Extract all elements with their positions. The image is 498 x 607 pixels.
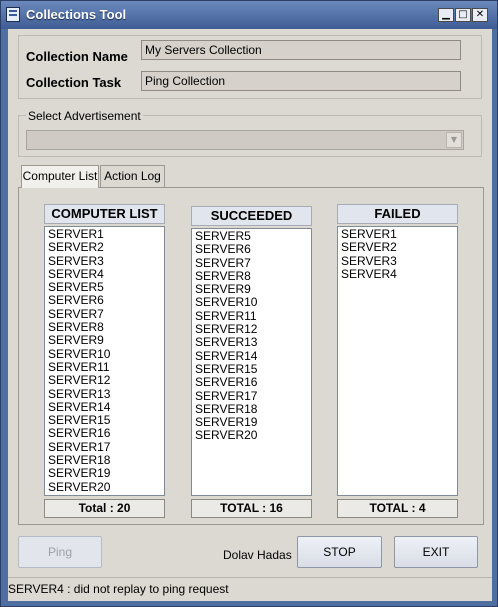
list-item[interactable]: SERVER8	[48, 320, 164, 334]
stop-button[interactable]: STOP	[297, 536, 382, 568]
list-item[interactable]: SERVER15	[48, 413, 164, 427]
list-item[interactable]: SERVER3	[48, 254, 164, 268]
collection-task-label: Collection Task	[26, 75, 122, 90]
list-item[interactable]: SERVER9	[48, 334, 164, 348]
list-item[interactable]: SERVER10	[195, 296, 311, 310]
list-item[interactable]: SERVER12	[195, 322, 311, 336]
app-icon	[6, 7, 20, 22]
list-item[interactable]: SERVER18	[48, 453, 164, 467]
computer-total: Total : 20	[44, 499, 165, 518]
list-item[interactable]: SERVER13	[195, 336, 311, 350]
collection-task-field[interactable]: Ping Collection	[141, 71, 461, 91]
succeeded-header: SUCCEEDED	[191, 206, 312, 226]
list-item[interactable]: SERVER19	[48, 467, 164, 481]
list-item[interactable]: SERVER6	[48, 294, 164, 308]
list-item[interactable]: SERVER3	[341, 254, 457, 268]
list-item[interactable]: SERVER13	[48, 387, 164, 401]
author-label: Dolav Hadas	[223, 548, 292, 562]
advertisement-select[interactable]: ▼	[26, 130, 464, 150]
list-item[interactable]: SERVER15	[195, 362, 311, 376]
list-item[interactable]: SERVER14	[195, 349, 311, 363]
collection-name-field[interactable]: My Servers Collection	[141, 40, 461, 60]
list-item[interactable]: SERVER11	[48, 360, 164, 374]
list-item[interactable]: SERVER2	[341, 240, 457, 254]
chevron-down-icon[interactable]: ▼	[446, 132, 462, 148]
ping-button[interactable]: Ping	[18, 536, 102, 568]
list-item[interactable]: SERVER12	[48, 373, 164, 387]
list-item[interactable]: SERVER7	[48, 307, 164, 321]
list-item[interactable]: SERVER9	[195, 282, 311, 296]
tab-action-log[interactable]: Action Log	[100, 165, 165, 187]
minimize-icon[interactable]: ▁	[438, 8, 454, 22]
succeeded-listbox[interactable]: SERVER5 SERVER6 SERVER7 SERVER8 SERVER9 SERVE…	[191, 228, 312, 496]
client-area: Collection Name My Servers Collection Co…	[8, 29, 492, 601]
list-item[interactable]: SERVER6	[195, 242, 311, 256]
list-item[interactable]: SERVER18	[195, 402, 311, 416]
failed-total: TOTAL : 4	[337, 499, 458, 518]
list-item[interactable]: SERVER17	[195, 389, 311, 403]
exit-button[interactable]: EXIT	[394, 536, 478, 568]
list-item[interactable]: SERVER14	[48, 400, 164, 414]
select-advertisement-label: Select Advertisement	[26, 109, 143, 123]
list-item[interactable]: SERVER1	[341, 227, 457, 241]
list-item[interactable]: SERVER17	[48, 440, 164, 454]
list-item[interactable]: SERVER5	[48, 280, 164, 294]
tab-computer-list[interactable]: Computer List	[21, 165, 99, 188]
list-item[interactable]: SERVER1	[48, 227, 164, 241]
status-text: SERVER4 : did not replay to ping request	[8, 582, 229, 596]
list-item[interactable]: SERVER16	[195, 375, 311, 389]
succeeded-total: TOTAL : 16	[191, 499, 312, 518]
list-item[interactable]: SERVER4	[341, 267, 457, 281]
list-item[interactable]: SERVER2	[48, 240, 164, 254]
list-item[interactable]: SERVER5	[195, 229, 311, 243]
list-item[interactable]: SERVER11	[195, 309, 311, 323]
list-item[interactable]: SERVER20	[195, 429, 311, 443]
list-item[interactable]: SERVER4	[48, 267, 164, 281]
list-item[interactable]: SERVER7	[195, 256, 311, 270]
list-item[interactable]: SERVER19	[195, 415, 311, 429]
failed-listbox[interactable]: SERVER1 SERVER2 SERVER3 SERVER4	[337, 226, 458, 496]
collection-info-group: Collection Name My Servers Collection Co…	[18, 35, 482, 99]
collection-name-label: Collection Name	[26, 49, 128, 64]
collections-tool-window: Collections Tool ▁ □ ✕ Collection Name M…	[0, 0, 498, 607]
title-bar[interactable]: Collections Tool ▁ □ ✕	[1, 1, 497, 29]
maximize-icon[interactable]: □	[455, 8, 471, 22]
list-item[interactable]: SERVER16	[48, 427, 164, 441]
computer-listbox[interactable]: SERVER1 SERVER2 SERVER3 SERVER4 SERVER5 SERVE…	[44, 226, 165, 496]
list-item[interactable]: SERVER10	[48, 347, 164, 361]
close-icon[interactable]: ✕	[472, 8, 488, 22]
list-item[interactable]: SERVER20	[48, 480, 164, 494]
computer-list-header: COMPUTER LIST	[44, 204, 165, 224]
computer-list-panel: COMPUTER LIST SERVER1 SERVER2 SERVER3 SERVE…	[18, 187, 484, 525]
list-item[interactable]: SERVER8	[195, 269, 311, 283]
status-bar: SERVER4 : did not replay to ping request	[8, 577, 492, 601]
failed-header: FAILED	[337, 204, 458, 224]
window-title: Collections Tool	[26, 7, 127, 22]
